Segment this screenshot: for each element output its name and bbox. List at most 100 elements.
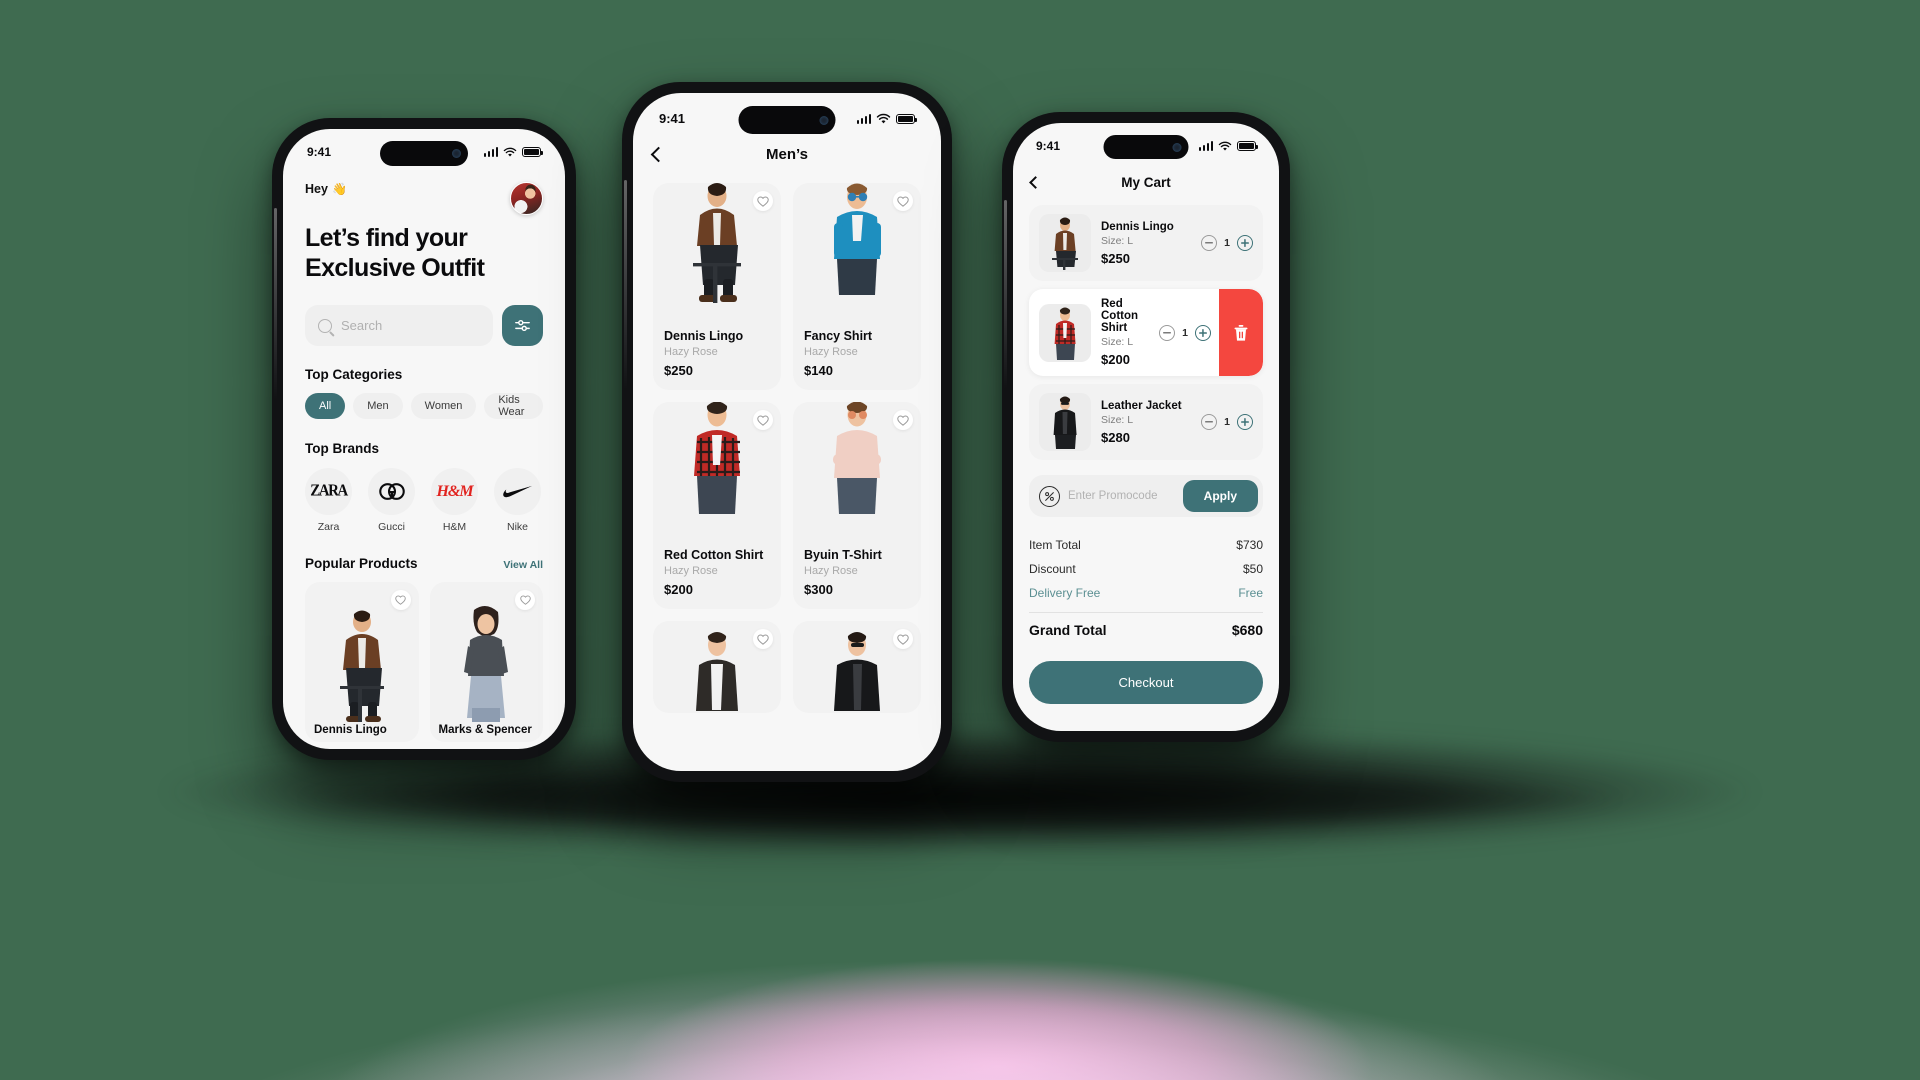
- favorite-icon[interactable]: [390, 590, 411, 610]
- decrease-quantity-button[interactable]: [1201, 414, 1218, 430]
- product-card[interactable]: Dennis Lingo Hazy Rose $250: [653, 183, 781, 390]
- product-card[interactable]: Byuin T-Shirt Hazy Rose $300: [793, 402, 921, 609]
- search-icon: [318, 318, 332, 333]
- floor-glow: [0, 830, 1920, 1080]
- percent-icon: [1039, 485, 1060, 507]
- gucci-logo-icon: [368, 468, 415, 515]
- product-card[interactable]: Fancy Shirt Hazy Rose $140: [793, 183, 921, 390]
- cart-item-price: $280: [1101, 429, 1130, 445]
- summary-label: Discount: [1029, 562, 1076, 576]
- product-image: [339, 610, 384, 722]
- cart-item[interactable]: Red Cotton Shirt Size: L $200 1: [1029, 289, 1263, 376]
- product-image: [793, 183, 921, 323]
- cart-item-info: Leather Jacket Size: L $280: [1101, 400, 1191, 445]
- quantity-stepper: 1: [1159, 324, 1211, 341]
- brand-list: ZARA Zara Gucci H&M H&M Nike: [305, 468, 543, 533]
- product-card[interactable]: [653, 621, 781, 713]
- product-name: Red Cotton Shirt: [664, 548, 764, 562]
- checkout-button[interactable]: Checkout: [1029, 661, 1263, 704]
- sliders-icon: [515, 319, 530, 332]
- favorite-icon[interactable]: [753, 191, 773, 211]
- brand-zara[interactable]: ZARA Zara: [305, 468, 352, 533]
- favorite-icon[interactable]: [893, 629, 913, 649]
- favorite-icon[interactable]: [515, 590, 535, 610]
- quantity-stepper: 1: [1201, 414, 1253, 430]
- favorite-icon[interactable]: [753, 410, 773, 430]
- home-header: Hey 👋: [305, 182, 543, 215]
- cart-item[interactable]: Leather Jacket Size: L $280 1: [1029, 384, 1263, 460]
- summary-row-delivery: Delivery Free Free: [1029, 581, 1263, 605]
- summary-row-item-total: Item Total $730: [1029, 533, 1263, 557]
- mens-screen: 9:41 Men’s Dennis Lingo Hazy Rose $250 F…: [633, 93, 941, 771]
- grand-total-value: $680: [1231, 622, 1263, 638]
- cart-item-name: Dennis Lingo: [1101, 220, 1174, 233]
- product-card[interactable]: Marks & Spencer: [429, 582, 543, 742]
- summary-divider: [1029, 612, 1263, 613]
- greeting: Hey 👋: [305, 182, 347, 196]
- cart-item-size: Size: L: [1101, 234, 1134, 247]
- view-all-link[interactable]: View All: [503, 559, 543, 571]
- product-card[interactable]: [793, 621, 921, 713]
- wave-emoji-icon: 👋: [331, 182, 347, 196]
- summary-value: $50: [1242, 562, 1263, 576]
- zara-logo-text: ZARA: [310, 481, 348, 501]
- favorite-icon[interactable]: [893, 410, 913, 430]
- product-card[interactable]: Red Cotton Shirt Hazy Rose $200: [653, 402, 781, 609]
- quantity-stepper: 1: [1201, 235, 1253, 251]
- mens-navbar: Men’s: [633, 139, 941, 169]
- product-image: [793, 402, 921, 542]
- category-chip-women[interactable]: Women: [410, 393, 477, 419]
- product-card[interactable]: Dennis Lingo: [305, 582, 419, 742]
- product-price: $250: [664, 363, 693, 378]
- greeting-text: Hey: [305, 182, 328, 196]
- phone-home: 9:41 Hey 👋 Let’s find your Exclusive Out…: [272, 118, 576, 760]
- product-price: $140: [804, 363, 833, 378]
- top-categories-title: Top Categories: [305, 367, 403, 382]
- cart-item-name: Leather Jacket: [1101, 399, 1182, 412]
- decrease-quantity-button[interactable]: [1201, 235, 1218, 251]
- phone-cart: 9:41 My Cart Dennis Lingo Size: L $250 1…: [1002, 112, 1290, 742]
- decrease-quantity-button[interactable]: [1159, 324, 1176, 341]
- search-row: Search: [305, 305, 543, 346]
- product-image: [653, 183, 781, 323]
- brand-nike[interactable]: Nike: [494, 468, 541, 533]
- popular-products-grid: Dennis Lingo Marks & Spencer: [305, 582, 543, 742]
- category-chip-kids-wear[interactable]: Kids Wear: [484, 393, 543, 419]
- trash-icon: [1234, 324, 1248, 341]
- product-price: $200: [664, 582, 693, 597]
- home-screen: 9:41 Hey 👋 Let’s find your Exclusive Out…: [283, 129, 565, 749]
- avatar[interactable]: [510, 182, 543, 215]
- promocode-row: Enter Promocode Apply: [1029, 475, 1263, 517]
- popular-products-header: Popular Products View All: [305, 556, 543, 571]
- promocode-input[interactable]: Enter Promocode: [1068, 490, 1175, 502]
- product-meta: Red Cotton Shirt Hazy Rose $200: [653, 542, 781, 609]
- hm-logo-text: H&M: [436, 482, 473, 500]
- increase-quantity-button[interactable]: [1237, 414, 1253, 430]
- apply-promocode-button[interactable]: Apply: [1182, 480, 1258, 512]
- page-title: Let’s find your Exclusive Outfit: [305, 224, 543, 283]
- summary-label: Item Total: [1029, 538, 1081, 552]
- category-chip-men[interactable]: Men: [353, 393, 403, 419]
- product-brand: Hazy Rose: [664, 565, 718, 577]
- increase-quantity-button[interactable]: [1195, 324, 1211, 341]
- cart-item[interactable]: Dennis Lingo Size: L $250 1: [1029, 205, 1263, 281]
- increase-quantity-button[interactable]: [1237, 235, 1253, 251]
- category-chip-all[interactable]: All: [305, 393, 346, 419]
- product-image: [653, 402, 781, 542]
- favorite-icon[interactable]: [893, 191, 913, 211]
- product-image: [653, 621, 781, 713]
- cart-item-thumbnail: [1039, 303, 1091, 362]
- page-title: My Cart: [1121, 174, 1171, 190]
- page-title-line1: Let’s find your: [305, 224, 468, 252]
- brand-gucci[interactable]: Gucci: [368, 468, 415, 533]
- cart-item-info: Red Cotton Shirt Size: L $200: [1101, 298, 1149, 367]
- brand-hm[interactable]: H&M H&M: [431, 468, 478, 533]
- search-input[interactable]: Search: [305, 305, 493, 346]
- order-summary: Item Total $730 Discount $50 Delivery Fr…: [1029, 533, 1263, 643]
- mockup-stage: 9:41 Hey 👋 Let’s find your Exclusive Out…: [0, 0, 1920, 1080]
- filter-button[interactable]: [502, 305, 543, 346]
- favorite-icon[interactable]: [753, 629, 773, 649]
- cart-item-size: Size: L: [1101, 413, 1134, 426]
- delete-cart-item-button[interactable]: [1219, 289, 1263, 376]
- product-brand: Hazy Rose: [804, 346, 858, 358]
